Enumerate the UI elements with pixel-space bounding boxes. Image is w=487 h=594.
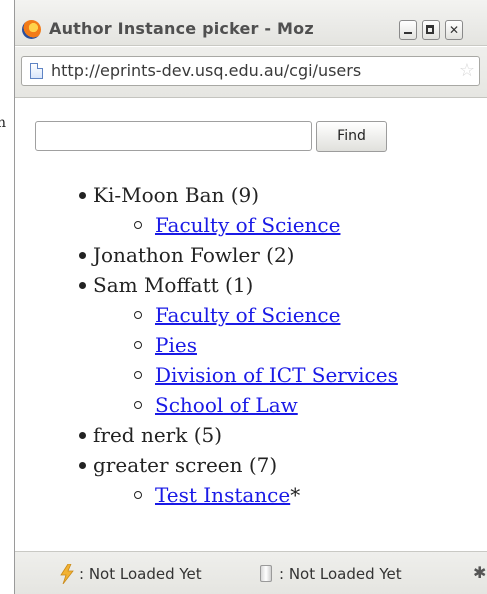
author-name: greater screen (7) — [93, 453, 278, 477]
author-name: Jonathon Fowler (2) — [93, 243, 295, 267]
close-icon: ✕ — [448, 23, 460, 37]
firefox-icon — [22, 20, 41, 39]
author-list: Ki-Moon Ban (9) Faculty of Science Jonat… — [15, 180, 487, 510]
author-item: fred nerk (5) — [15, 420, 487, 450]
instance-item: Faculty of Science — [15, 300, 487, 330]
background-glyph: n — [0, 115, 7, 131]
instance-list: Faculty of Science Pies Division of ICT … — [93, 300, 487, 420]
popup-window: Author Instance picker - Moz ✕ http://ep… — [14, 0, 487, 594]
author-item: Jonathon Fowler (2) — [15, 240, 487, 270]
close-button[interactable]: ✕ — [445, 20, 463, 40]
author-item: Sam Moffatt (1) Faculty of Science Pies … — [15, 270, 487, 420]
minimize-icon — [404, 32, 412, 34]
url-text: http://eprints-dev.usq.edu.au/cgi/users — [51, 61, 362, 80]
title-bar[interactable]: Author Instance picker - Moz ✕ — [15, 0, 487, 46]
search-input[interactable] — [35, 121, 312, 151]
maximize-button[interactable] — [422, 20, 440, 40]
lightning-icon[interactable] — [59, 564, 75, 584]
instance-link[interactable]: Faculty of Science — [155, 303, 340, 327]
author-item: greater screen (7) Test Instance* — [15, 450, 487, 510]
find-button[interactable]: Find — [316, 121, 387, 152]
author-item: Ki-Moon Ban (9) Faculty of Science — [15, 180, 487, 240]
address-bar-area: http://eprints-dev.usq.edu.au/cgi/users … — [15, 47, 487, 98]
instance-list: Test Instance* — [93, 480, 487, 510]
instance-link[interactable]: Division of ICT Services — [155, 363, 398, 387]
status-text-2: : Not Loaded Yet — [279, 565, 402, 583]
jar-icon[interactable] — [260, 565, 272, 582]
instance-link[interactable]: Test Instance — [155, 483, 290, 507]
maximize-icon — [426, 25, 434, 34]
instance-item: Test Instance* — [15, 480, 487, 510]
instance-item: Faculty of Science — [15, 210, 487, 240]
page-icon — [30, 63, 43, 79]
star-icon[interactable]: ☆ — [456, 60, 475, 81]
status-text-1: : Not Loaded Yet — [79, 565, 202, 583]
status-bar: : Not Loaded Yet : Not Loaded Yet ✱ — [15, 551, 487, 594]
instance-item: Division of ICT Services — [15, 360, 487, 390]
current-instance-marker: * — [290, 483, 301, 507]
instance-link[interactable]: Pies — [155, 333, 197, 357]
instance-item: Pies — [15, 330, 487, 360]
instance-item: School of Law — [15, 390, 487, 420]
window-title: Author Instance picker - Moz — [49, 19, 314, 38]
bug-icon[interactable]: ✱ — [473, 563, 486, 582]
instance-link[interactable]: School of Law — [155, 393, 298, 417]
author-name: Sam Moffatt (1) — [93, 273, 254, 297]
background-window: n — [0, 0, 14, 594]
author-name: fred nerk (5) — [93, 423, 223, 447]
page-content: Find Ki-Moon Ban (9) Faculty of Science … — [15, 98, 487, 551]
instance-list: Faculty of Science — [93, 210, 487, 240]
minimize-button[interactable] — [399, 20, 417, 40]
address-field[interactable]: http://eprints-dev.usq.edu.au/cgi/users … — [21, 56, 480, 86]
author-name: Ki-Moon Ban (9) — [93, 183, 260, 207]
instance-link[interactable]: Faculty of Science — [155, 213, 340, 237]
